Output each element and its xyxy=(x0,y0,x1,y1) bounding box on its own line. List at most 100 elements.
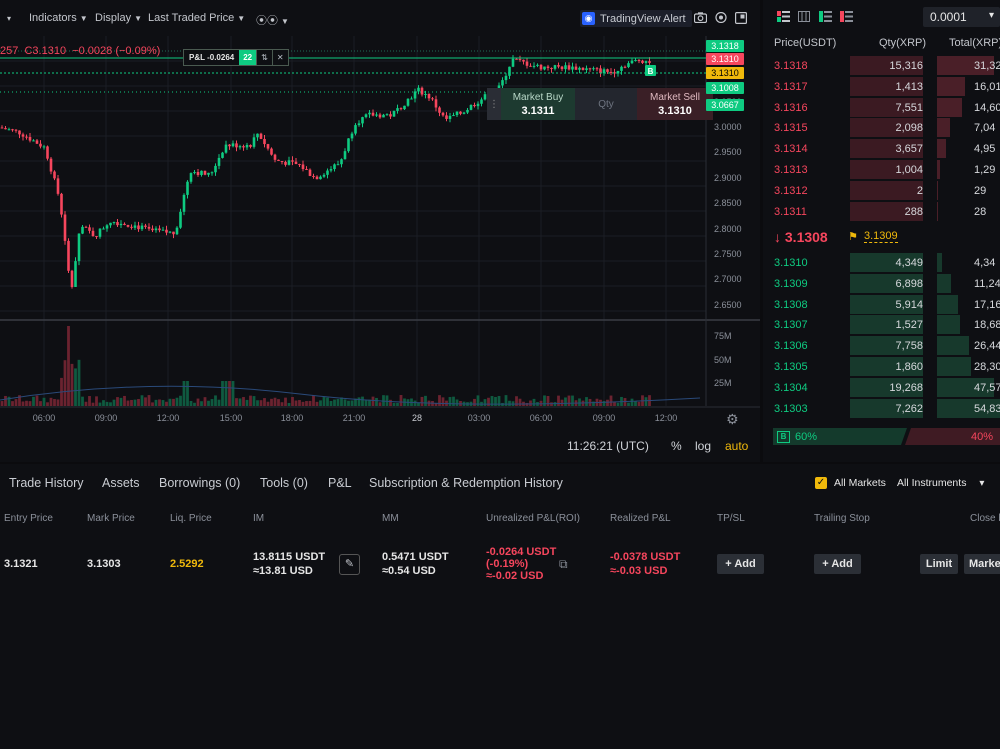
row-total: 14,60 xyxy=(974,101,1000,114)
last-traded-price-dropdown[interactable]: Last Traded Price ▼ xyxy=(148,12,245,24)
tab-assets[interactable]: Assets xyxy=(102,476,140,490)
ask-row[interactable]: 3.1318 15,316 31,32 xyxy=(763,56,1000,75)
total-depth-bar xyxy=(937,273,951,293)
row-price: 3.1317 xyxy=(774,80,808,93)
row-qty: 7,551 xyxy=(895,101,923,114)
close-limit-button[interactable]: Limit xyxy=(920,554,958,574)
bid-row[interactable]: 3.1308 5,914 17,16 xyxy=(763,294,1000,314)
share-icon[interactable]: ⧉ xyxy=(559,557,568,572)
add-tpsl-button[interactable]: + Add xyxy=(717,554,764,574)
tab-trade-history[interactable]: Trade History xyxy=(9,476,84,490)
book-view-grid-icon[interactable] xyxy=(798,11,810,25)
eye-icon[interactable] xyxy=(714,11,728,26)
book-view-bids-icon[interactable] xyxy=(819,11,832,25)
ask-row[interactable]: 3.1311 288 28 xyxy=(763,201,1000,221)
row-qty: 1,860 xyxy=(895,361,923,373)
volume-bars xyxy=(0,326,701,406)
timeframe-dropdown[interactable]: ▾ xyxy=(4,12,11,24)
chart-toolbar: ▾ Indicators ▼ Display ▼ Last Traded Price… xyxy=(0,0,760,36)
chart-panel[interactable]: ▾ Indicators ▼ Display ▼ Last Traded Price… xyxy=(0,0,760,462)
row-qty: 5,914 xyxy=(895,298,923,311)
book-view-both-icon[interactable] xyxy=(777,11,790,25)
svg-text:B: B xyxy=(648,67,654,76)
bid-row[interactable]: 3.1304 19,268 47,57 xyxy=(763,377,1000,397)
tab-tools-0[interactable]: Tools (0) xyxy=(260,476,308,490)
tab-subscription-redemption-history[interactable]: Subscription & Redemption History xyxy=(369,476,563,490)
percent-scale-toggle[interactable]: % xyxy=(671,439,682,453)
unrealized-pnl-usd: ≈-0.02 USD xyxy=(486,570,544,582)
bid-row[interactable]: 3.1310 4,349 4,34 xyxy=(763,253,1000,272)
row-total: 1,29 xyxy=(974,164,996,176)
down-arrow-icon: ↓ xyxy=(774,229,781,245)
fullscreen-icon[interactable] xyxy=(735,12,748,27)
row-qty: 2 xyxy=(916,184,923,197)
ask-row[interactable]: 3.1317 1,413 16,01 xyxy=(763,76,1000,96)
row-price: 3.1306 xyxy=(774,340,808,353)
edit-margin-icon[interactable]: ✎ xyxy=(339,554,360,575)
row-price: 3.1311 xyxy=(774,205,807,218)
camera-icon[interactable] xyxy=(693,12,708,26)
total-depth-bar xyxy=(937,201,938,221)
book-view-asks-icon[interactable] xyxy=(840,11,853,25)
tradingview-alert-button[interactable]: ◉ TradingView Alert xyxy=(580,10,692,27)
chart-settings-dropdown[interactable]: ⦿⦿ ▼ xyxy=(256,12,289,28)
all-instruments-dropdown[interactable]: All Instruments ▾ xyxy=(897,477,984,489)
bid-row[interactable]: 3.1309 6,898 11,24 xyxy=(763,273,1000,293)
bid-row[interactable]: 3.1306 7,758 26,44 xyxy=(763,336,1000,356)
ask-row[interactable]: 3.1316 7,551 14,60 xyxy=(763,97,1000,117)
bid-row[interactable]: 3.1307 1,527 18,68 xyxy=(763,315,1000,335)
row-price: 3.1315 xyxy=(774,122,808,135)
ask-row[interactable]: 3.1312 2 29 xyxy=(763,180,1000,200)
price-tick-label: 3.0000 xyxy=(714,122,742,132)
drag-handle-icon[interactable]: ⋮ xyxy=(487,88,501,120)
time-tick-label: 12:00 xyxy=(156,413,180,423)
ohlc-legend: 257 C3.1310 −0.0028 (−0.09%) xyxy=(0,45,161,57)
row-qty: 3,657 xyxy=(895,143,923,156)
log-scale-toggle[interactable]: log xyxy=(695,439,711,453)
tab-p-l[interactable]: P&L xyxy=(328,476,352,490)
ask-row[interactable]: 3.1313 1,004 1,29 xyxy=(763,160,1000,179)
price-tick-label: 2.7500 xyxy=(714,249,742,259)
close-icon[interactable]: ✕ xyxy=(271,50,288,65)
row-total: 54,83 xyxy=(974,402,1000,415)
market-sell-button[interactable]: Market Sell 3.1310 xyxy=(637,88,713,120)
row-price: 3.1305 xyxy=(774,361,808,373)
column-header: TP/SL xyxy=(717,513,745,524)
price-tag: 3.1008 xyxy=(706,82,744,94)
qty-input[interactable]: Qty xyxy=(575,88,637,120)
mark-price-cell: 3.1303 xyxy=(87,558,121,570)
total-depth-bar xyxy=(937,294,958,314)
all-markets-checkbox[interactable]: ✓ xyxy=(815,477,827,489)
mm-usdt: 0.5471 USDT xyxy=(382,551,449,563)
ask-row[interactable]: 3.1314 3,657 4,95 xyxy=(763,139,1000,159)
bid-row[interactable]: 3.1303 7,262 54,83 xyxy=(763,398,1000,418)
column-header: MM xyxy=(382,513,399,524)
buy-ratio-badge: B xyxy=(777,431,790,443)
chevron-down-icon: ▼ xyxy=(281,17,289,26)
quick-order-widget: ⋮ Market Buy 3.1311 Qty Market Sell 3.13… xyxy=(487,88,713,120)
bid-row[interactable]: 3.1305 1,860 28,30 xyxy=(763,357,1000,376)
add-trailing-stop-button[interactable]: + Add xyxy=(814,554,861,574)
position-pnl-tag[interactable]: P&L -0.0264 22 ⇅ ✕ xyxy=(183,49,289,66)
indicators-button[interactable]: Indicators ▼ xyxy=(29,12,88,24)
row-total: 11,24 xyxy=(974,277,1000,290)
settings-gear-icon[interactable]: ⚙ xyxy=(726,411,739,428)
close-market-button[interactable]: Marke xyxy=(964,554,1000,574)
last-price: ↓ 3.1308 xyxy=(774,229,828,245)
tab-borrowings-0[interactable]: Borrowings (0) xyxy=(159,476,240,490)
row-qty: 15,316 xyxy=(889,60,923,72)
time-tick-label: 09:00 xyxy=(592,413,616,423)
ask-row[interactable]: 3.1315 2,098 7,04 xyxy=(763,118,1000,138)
auto-scale-toggle[interactable]: auto xyxy=(725,439,748,453)
price-tag: 3.0667 xyxy=(706,99,744,111)
reverse-arrows-icon[interactable]: ⇅ xyxy=(256,50,272,65)
positions-panel: Trade History Assets Borrowings (0) Tools (… xyxy=(0,464,1000,749)
row-qty: 19,268 xyxy=(889,381,923,394)
tick-size-select[interactable]: 0.0001 ▾ xyxy=(923,7,1000,27)
row-qty: 1,004 xyxy=(895,164,923,176)
column-header: Entry Price xyxy=(4,513,53,524)
volume-tick-label: 50M xyxy=(714,355,732,365)
market-buy-button[interactable]: Market Buy 3.1311 xyxy=(501,88,575,120)
time-tick-label: 18:00 xyxy=(280,413,304,423)
display-button[interactable]: Display ▼ xyxy=(95,12,142,24)
